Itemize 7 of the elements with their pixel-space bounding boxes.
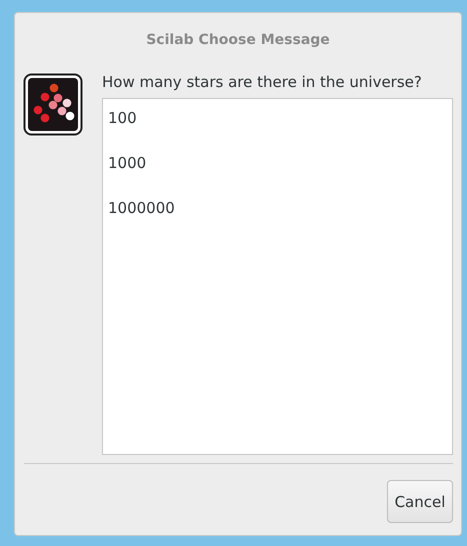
cancel-button[interactable]: Cancel — [387, 480, 453, 523]
list-item[interactable]: 100 — [108, 109, 447, 153]
question-text: How many stars are there in the universe? — [102, 73, 423, 93]
window-title: Scilab Choose Message — [145, 31, 331, 50]
list-item[interactable]: 1000 — [108, 154, 447, 198]
app-logo-icon — [23, 73, 83, 136]
list-item[interactable]: 1000000 — [108, 199, 447, 243]
